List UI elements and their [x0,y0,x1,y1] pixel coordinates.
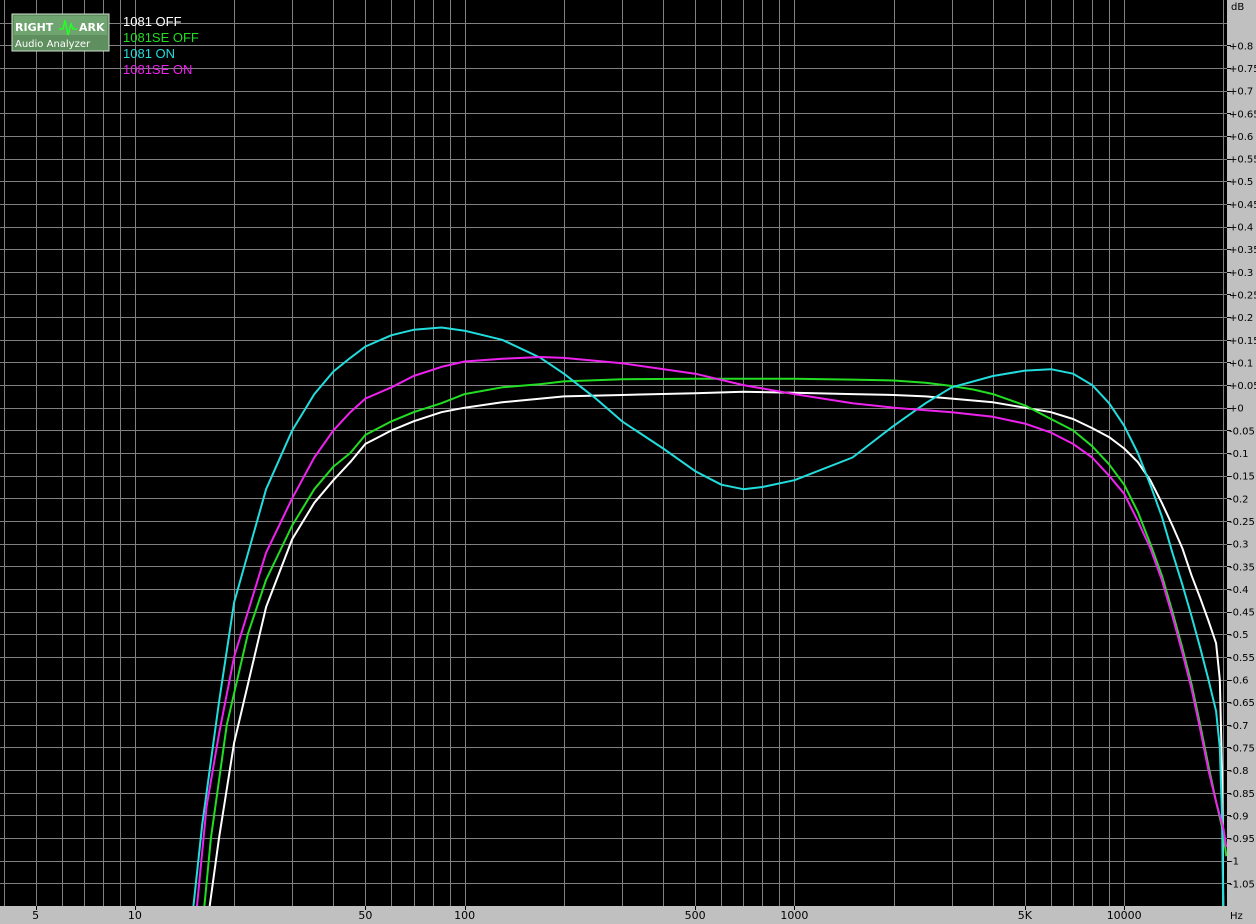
y-tick-label: +0.55 [1229,155,1256,166]
y-tick-label: -0.2 [1229,494,1249,505]
x-tick-label: 10 [128,909,142,922]
legend-entry-2: 1081SE OFF [123,30,199,45]
y-tick-label: +0.05 [1229,381,1256,392]
y-tick-label: -0.1 [1229,449,1249,460]
logo-text-subtitle: Audio Analyzer [15,39,91,50]
y-tick-label: +0.35 [1229,245,1256,256]
legend-entry-1: 1081 OFF [123,14,182,29]
x-tick-label: 10000 [1107,909,1142,922]
y-tick-label: +0 [1229,404,1244,415]
y-tick-label: -0.85 [1229,789,1255,800]
rightmark-logo: RIGHT ARK Audio Analyzer [11,13,110,52]
y-tick-label: +0.65 [1229,109,1256,120]
y-tick-label: +0.8 [1229,41,1253,52]
y-tick-label: +0.45 [1229,200,1256,211]
y-tick-label: -0.65 [1229,698,1255,709]
y-tick-label: +0.75 [1229,64,1256,75]
y-tick-label: +0.5 [1229,177,1253,188]
y-tick-label: -0.3 [1229,540,1249,551]
y-tick-label: +0.15 [1229,336,1256,347]
x-tick-label: 50 [358,909,372,922]
x-tick-label: 500 [685,909,706,922]
y-tick-label: -0.75 [1229,743,1255,754]
y-tick-label: +0.25 [1229,290,1256,301]
y-tick-label: -0.15 [1229,472,1255,483]
y-tick-label: -0.35 [1229,562,1255,573]
y-tick-label: -0.7 [1229,721,1249,732]
y-tick-label: +0.1 [1229,358,1253,369]
y-tick-label: -0.25 [1229,517,1255,528]
y-tick-label: +0.3 [1229,268,1253,279]
y-axis-unit-label: dB [1231,2,1244,13]
y-tick-label: -0.8 [1229,766,1249,777]
y-tick-label: -0.45 [1229,608,1255,619]
y-tick-label: -0.05 [1229,426,1255,437]
frequency-response-chart: +0.8+0.75+0.7+0.65+0.6+0.55+0.5+0.45+0.4… [0,0,1256,924]
y-tick-label: -0.4 [1229,585,1249,596]
y-tick-label: -1 [1229,857,1239,868]
logo-text-ark: ARK [79,21,105,34]
y-tick-label: -0.5 [1229,630,1249,641]
legend-entry-3: 1081 ON [123,46,175,61]
legend-entry-4: 1081SE ON [123,62,192,77]
y-tick-label: +0.2 [1229,313,1253,324]
y-tick-label: -0.55 [1229,653,1255,664]
y-tick-label: -0.9 [1229,811,1249,822]
logo-text-right: RIGHT [15,21,54,34]
x-tick-label: 100 [454,909,475,922]
y-tick-label: +0.7 [1229,87,1253,98]
y-tick-label: -0.95 [1229,834,1255,845]
x-tick-label: 1000 [780,909,808,922]
x-axis-unit-label: Hz [1230,911,1243,922]
x-tick-label: 5 [32,909,39,922]
y-tick-label: -1.05 [1229,879,1255,890]
y-tick-label: -0.6 [1229,676,1249,687]
y-tick-label: +0.4 [1229,223,1253,234]
y-tick-label: +0.6 [1229,132,1253,143]
x-tick-label: 5K [1018,909,1033,922]
